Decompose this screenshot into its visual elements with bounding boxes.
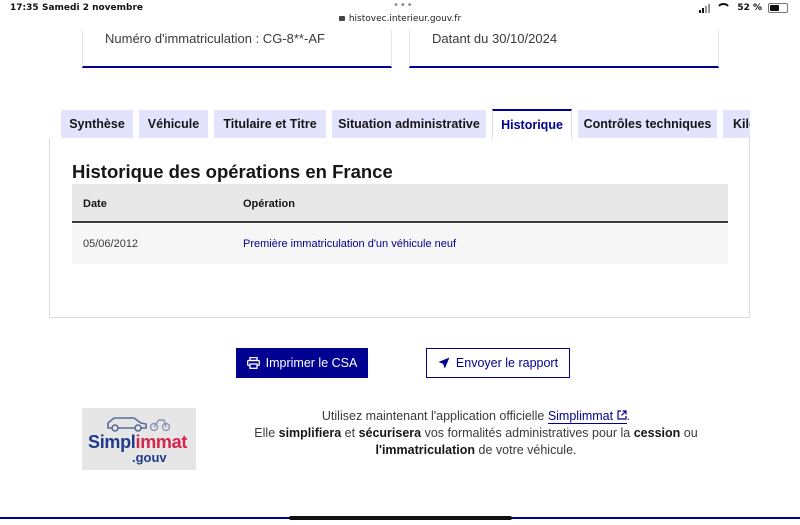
lock-icon	[338, 16, 345, 21]
registration-card: Numéro d'immatriculation : CG-8**-AF	[82, 30, 392, 68]
report-date: Datant du 30/10/2024	[432, 31, 558, 46]
external-link-icon	[616, 410, 627, 420]
printer-icon	[246, 357, 260, 369]
promo-line-2: Elle simplifiera et sécurisera vos forma…	[254, 426, 698, 440]
registration-number: Numéro d'immatriculation : CG-8**-AF	[105, 31, 325, 46]
tab-titulaire-titre[interactable]: Titulaire et Titre	[214, 110, 326, 138]
status-bar: 17:35 Samedi 2 novembre ••• histovec.int…	[0, 0, 800, 30]
report-date-card: Datant du 30/10/2024	[409, 30, 719, 68]
wifi-icon	[716, 3, 732, 13]
print-csa-button[interactable]: Imprimer le CSA	[236, 348, 368, 378]
car-icon	[107, 417, 170, 432]
more-dots-icon[interactable]: •••	[393, 0, 414, 11]
promo-line-1: Utilisez maintenant l'application offici…	[321, 409, 631, 424]
send-report-label: Envoyer le rapport	[455, 356, 559, 370]
column-date: Date	[83, 198, 107, 210]
row-date: 05/06/2012	[83, 238, 139, 250]
simplimmat-link[interactable]: Simplimmat	[547, 409, 627, 424]
signal-icon	[699, 3, 711, 13]
section-title: Historique des opérations en France	[72, 161, 393, 182]
simplimmat-promo: Utilisez maintenant l'application offici…	[246, 408, 706, 459]
address-url: histovec.interieur.gouv.fr	[348, 14, 462, 24]
tab-historique[interactable]: Historique	[492, 109, 572, 139]
logo-gouv: .gouv	[132, 450, 167, 465]
table-header: Date Opération	[72, 184, 728, 223]
battery-percent: 52 %	[737, 3, 762, 13]
table-row: 05/06/2012 Première immatriculation d'un…	[72, 224, 728, 264]
simplimmat-logo[interactable]: Simplimmat .gouv	[82, 408, 196, 470]
send-icon	[438, 357, 450, 369]
print-csa-label: Imprimer le CSA	[265, 356, 358, 370]
promo-line-3: l'immatriculation de votre véhicule.	[375, 443, 577, 457]
tab-situation-administrative[interactable]: Situation administrative	[332, 110, 486, 138]
status-indicators: 52 %	[699, 3, 788, 13]
address-bar[interactable]: histovec.interieur.gouv.fr	[0, 14, 800, 24]
home-indicator[interactable]	[289, 516, 512, 520]
tab-kilometrage[interactable]: Kilo	[723, 110, 750, 138]
column-operation: Opération	[243, 198, 295, 210]
tab-controles-techniques[interactable]: Contrôles techniques	[578, 110, 717, 138]
tab-synthese[interactable]: Synthèse	[61, 110, 133, 138]
status-time: 17:35	[10, 3, 39, 13]
row-operation[interactable]: Première immatriculation d'un véhicule n…	[243, 238, 456, 250]
battery-icon	[768, 3, 788, 13]
status-date: Samedi 2 novembre	[42, 3, 144, 13]
send-report-button[interactable]: Envoyer le rapport	[426, 348, 570, 378]
tab-vehicule[interactable]: Véhicule	[139, 110, 208, 138]
